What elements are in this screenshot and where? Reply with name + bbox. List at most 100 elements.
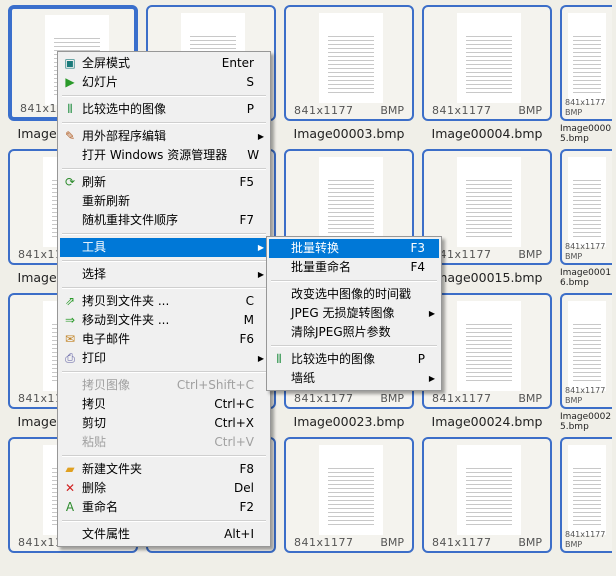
file-name: Image00024.bmp bbox=[431, 414, 543, 429]
menu-item[interactable]: 剪切 Ctrl+X bbox=[60, 414, 268, 433]
thumbnail-item[interactable]: 841x1177 BMP Image00003.bmp bbox=[276, 0, 414, 144]
menu-item-label: 改变选中图像的时间戳 bbox=[291, 287, 412, 301]
menu-item[interactable]: 墙纸 ▶ bbox=[269, 369, 439, 388]
menu-item-shortcut: F2 bbox=[239, 500, 254, 514]
thumbnail-item[interactable]: 841x1177BMP bbox=[276, 432, 414, 576]
menu-item-label: 重命名 bbox=[82, 500, 119, 514]
menu-item[interactable]: ▰ 新建文件夹 F8 bbox=[60, 460, 268, 479]
submenu-arrow-icon: ▶ bbox=[257, 243, 264, 252]
menu-item[interactable]: ✎ 用外部程序编辑 ▶ bbox=[60, 127, 268, 146]
menu-item-shortcut: F4 bbox=[410, 260, 425, 274]
menu-item[interactable]: 改变选中图像的时间戳 bbox=[269, 285, 439, 304]
menu-item-shortcut: Ctrl+V bbox=[214, 435, 254, 449]
thumbnail-image bbox=[568, 301, 606, 391]
tools-submenu: 批量转换 F3 批量重命名 F4 改变选中图像的时间戳 JPEG 无损旋转图像 ▶ 清除JPE… bbox=[266, 236, 442, 391]
fullscreen-icon: ▣ bbox=[64, 56, 76, 70]
thumbnail-image bbox=[319, 13, 383, 103]
menu-item[interactable]: ⎙ 打印 ▶ bbox=[60, 349, 268, 368]
menu-item-label: 剪切 bbox=[82, 416, 107, 430]
new-folder-icon: ▰ bbox=[65, 462, 75, 476]
image-format: BMP bbox=[518, 392, 542, 405]
menu-item-label: 墙纸 bbox=[291, 371, 316, 385]
menu-item-label: 新建文件夹 bbox=[82, 462, 143, 476]
menu-item-shortcut: Del bbox=[234, 481, 254, 495]
thumbnail-frame[interactable]: 841x1177BMP bbox=[284, 437, 414, 553]
move-to-folder-icon: ⇒ bbox=[64, 313, 76, 327]
menu-separator bbox=[269, 277, 439, 285]
thumbnail-frame[interactable]: 841x1177BMP bbox=[560, 149, 612, 265]
menu-item[interactable]: 随机重排文件顺序 F7 bbox=[60, 211, 268, 230]
thumbnail-image bbox=[568, 445, 606, 535]
menu-item-label: 选择 bbox=[82, 267, 107, 281]
menu-item[interactable]: ✉ 电子邮件 F6 bbox=[60, 330, 268, 349]
thumbnail-item[interactable]: 841x1177BMP bbox=[552, 432, 612, 576]
thumbnail-item[interactable]: 841x1177 BMP Image00016.bmp bbox=[552, 144, 612, 288]
menu-item-label: 拷贝到文件夹 ... bbox=[82, 294, 170, 308]
menu-item[interactable]: ⫴ 比较选中的图像 P bbox=[269, 350, 439, 369]
thumbnail-frame[interactable]: 841x1177BMP bbox=[422, 437, 552, 553]
context-menu: ▣ 全屏模式 Enter ▶ 幻灯片 S ⫴ 比较选中的图像 P ✎ 用外部程序编辑 ▶ 打开 Wind… bbox=[57, 51, 271, 547]
thumbnail-image bbox=[568, 13, 606, 103]
menu-separator bbox=[60, 452, 268, 460]
compare-icon: ⫴ bbox=[276, 352, 282, 366]
image-dimensions: 841x1177 bbox=[565, 386, 606, 395]
menu-item: 粘贴 Ctrl+V bbox=[60, 433, 268, 452]
menu-item-label: 用外部程序编辑 bbox=[82, 129, 167, 143]
image-dimensions: 841x1177 bbox=[294, 536, 354, 549]
menu-item[interactable]: ⫴ 比较选中的图像 P bbox=[60, 100, 268, 119]
thumbnail-frame[interactable]: 841x1177BMP bbox=[560, 293, 612, 409]
menu-item[interactable]: A 重命名 F2 bbox=[60, 498, 268, 517]
image-format: BMP bbox=[565, 540, 583, 549]
menu-item-label: 随机重排文件顺序 bbox=[82, 213, 179, 227]
menu-item-label: 清除JPEG照片参数 bbox=[291, 325, 391, 339]
thumbnail-item[interactable]: 841x1177BMP bbox=[414, 432, 552, 576]
menu-item-shortcut: C bbox=[245, 294, 254, 308]
thumbnail-item[interactable]: 841x1177 BMP Image00025.bmp bbox=[552, 288, 612, 432]
thumbnail-item[interactable]: 841x1177 BMP Image00005.bmp bbox=[552, 0, 612, 144]
menu-item[interactable]: ⟳ 刷新 F5 bbox=[60, 173, 268, 192]
menu-item[interactable]: 清除JPEG照片参数 bbox=[269, 323, 439, 342]
image-format: BMP bbox=[518, 248, 542, 261]
menu-separator bbox=[60, 230, 268, 238]
thumbnail-frame[interactable]: 841x1177BMP bbox=[422, 5, 552, 121]
thumbnail-frame[interactable]: 841x1177BMP bbox=[560, 5, 612, 121]
menu-item-label: 电子邮件 bbox=[82, 332, 131, 346]
menu-item[interactable]: JPEG 无损旋转图像 ▶ bbox=[269, 304, 439, 323]
menu-item-label: 删除 bbox=[82, 481, 107, 495]
image-dimensions: 841x1177 bbox=[565, 530, 606, 539]
thumbnail-item[interactable]: 841x1177 BMP Image00004.bmp bbox=[414, 0, 552, 144]
menu-separator bbox=[60, 165, 268, 173]
menu-item[interactable]: 批量重命名 F4 bbox=[269, 258, 439, 277]
menu-item-label: 打印 bbox=[82, 351, 107, 365]
file-name: Image00005.bmp bbox=[560, 124, 612, 144]
menu-item[interactable]: 文件属性 Alt+I bbox=[60, 525, 268, 544]
menu-item[interactable]: 打开 Windows 资源管理器 W bbox=[60, 146, 268, 165]
menu-item[interactable]: 拷贝 Ctrl+C bbox=[60, 395, 268, 414]
menu-item-label: 批量重命名 bbox=[291, 260, 352, 274]
menu-item[interactable]: ⇗ 拷贝到文件夹 ... C bbox=[60, 292, 268, 311]
image-dimensions: 841x1177 bbox=[294, 104, 354, 117]
compare-icon: ⫴ bbox=[67, 102, 73, 116]
menu-separator bbox=[60, 119, 268, 127]
menu-separator bbox=[60, 257, 268, 265]
menu-item[interactable]: ▶ 幻灯片 S bbox=[60, 73, 268, 92]
thumbnail-image bbox=[319, 445, 383, 535]
thumbnail-frame[interactable]: 841x1177BMP bbox=[560, 437, 612, 553]
printer-icon: ⎙ bbox=[65, 351, 75, 365]
thumbnail-frame[interactable]: 841x1177BMP bbox=[284, 5, 414, 121]
menu-item-shortcut: F7 bbox=[239, 213, 254, 227]
image-format: BMP bbox=[565, 396, 583, 405]
menu-item[interactable]: 选择 ▶ bbox=[60, 265, 268, 284]
menu-item-shortcut: F5 bbox=[239, 175, 254, 189]
image-dimensions: 841x1177 bbox=[565, 98, 606, 107]
menu-item-label: 打开 Windows 资源管理器 bbox=[82, 148, 228, 162]
thumbnail-image bbox=[457, 445, 521, 535]
menu-item[interactable]: 重新刷新 bbox=[60, 192, 268, 211]
menu-item[interactable]: ⇒ 移动到文件夹 ... M bbox=[60, 311, 268, 330]
menu-item[interactable]: 工具 ▶ bbox=[60, 238, 268, 257]
menu-item-shortcut: Alt+I bbox=[224, 527, 254, 541]
menu-item[interactable]: 批量转换 F3 bbox=[269, 239, 439, 258]
menu-item-label: 比较选中的图像 bbox=[82, 102, 167, 116]
menu-item[interactable]: ✕ 删除 Del bbox=[60, 479, 268, 498]
menu-item[interactable]: ▣ 全屏模式 Enter bbox=[60, 54, 268, 73]
